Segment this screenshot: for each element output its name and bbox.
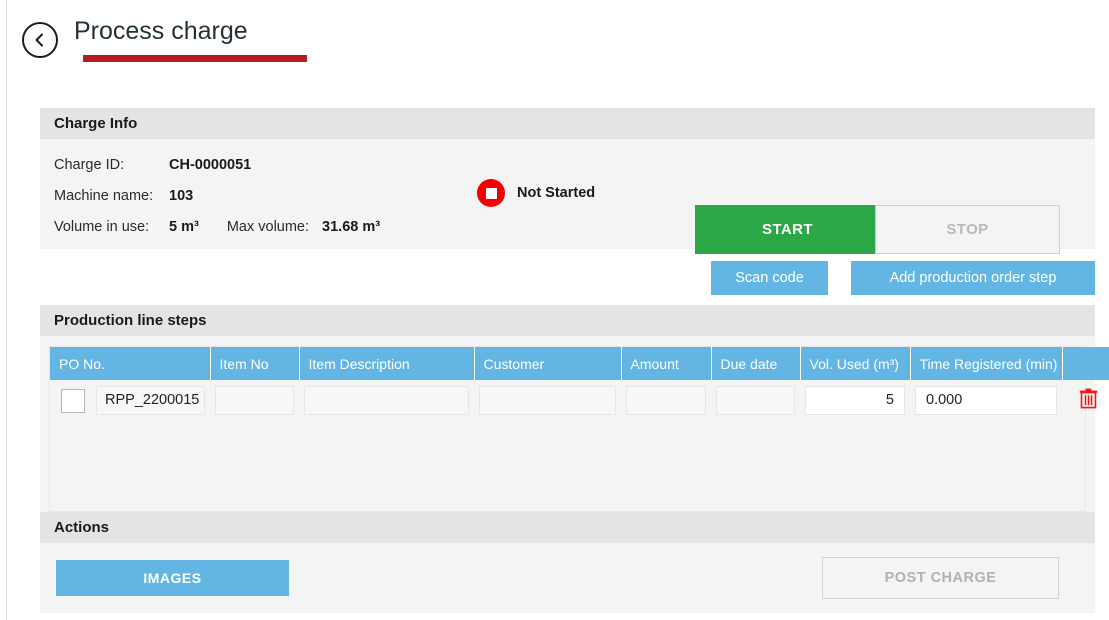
vol-used-input[interactable]: 5 xyxy=(805,386,905,415)
actions-panel: Actions IMAGES POST CHARGE xyxy=(40,512,1095,613)
max-volume-label: Max volume: xyxy=(226,218,310,235)
charge-info-panel: Charge Info Charge ID: CH-0000051 Machin… xyxy=(40,108,1095,254)
delete-row-button[interactable] xyxy=(1079,388,1098,409)
title-accent-underline xyxy=(83,55,307,63)
title-wrap: Process charge xyxy=(74,17,307,63)
column-time-registered[interactable]: Time Registered (min) xyxy=(910,347,1063,380)
column-item-description[interactable]: Item Description xyxy=(299,347,475,380)
column-po-no[interactable]: PO No. xyxy=(50,347,211,380)
production-steps-table: PO No. Item No Item Description Customer… xyxy=(50,347,1109,421)
process-charge-page: Process charge Charge Info Charge ID: CH… xyxy=(0,0,1109,620)
column-customer[interactable]: Customer xyxy=(474,347,622,380)
scan-code-button[interactable]: Scan code xyxy=(711,261,828,295)
page-title: Process charge xyxy=(74,17,248,45)
status-label: Not Started xyxy=(517,185,596,201)
table-row: RPP_2200015 5 0.000 xyxy=(50,380,1109,421)
machine-name-value: 103 xyxy=(169,187,194,204)
steps-table-frame: PO No. Item No Item Description Customer… xyxy=(49,346,1109,512)
row-select-checkbox[interactable] xyxy=(61,388,85,413)
chevron-left-icon xyxy=(32,32,48,48)
cell-amount xyxy=(621,380,711,421)
charge-info-fields: Charge ID: CH-0000051 Machine name: 103 … xyxy=(54,149,380,242)
max-volume-value: 31.68 m³ xyxy=(322,218,381,235)
column-due-date[interactable]: Due date xyxy=(711,347,801,380)
cell-item-no xyxy=(210,380,299,421)
time-registered-input[interactable]: 0.000 xyxy=(915,386,1057,415)
cell-po-no: RPP_2200015 xyxy=(50,380,210,421)
trash-icon xyxy=(1079,388,1098,412)
charge-id-label: Charge ID: xyxy=(54,156,125,173)
left-rail-divider xyxy=(6,0,7,620)
actions-header: Actions xyxy=(40,512,1095,543)
cell-due-date xyxy=(711,380,800,421)
customer-value[interactable] xyxy=(479,386,616,415)
cell-customer xyxy=(474,380,621,421)
back-button[interactable] xyxy=(22,22,58,58)
status-badge: Not Started xyxy=(477,179,595,207)
production-line-steps-panel: Production line steps PO No. Item No Ite… xyxy=(40,305,1109,521)
amount-value[interactable] xyxy=(626,386,706,415)
charge-info-header: Charge Info xyxy=(40,108,1095,139)
column-actions xyxy=(1062,347,1109,380)
stop-button[interactable]: STOP xyxy=(875,205,1060,254)
table-header-row: PO No. Item No Item Description Customer… xyxy=(50,347,1109,380)
charge-id-value: CH-0000051 xyxy=(169,156,252,173)
production-line-steps-body: PO No. Item No Item Description Customer… xyxy=(40,336,1109,521)
volume-in-use-label: Volume in use: xyxy=(54,218,150,235)
volume-in-use-value: 5 m³ xyxy=(169,218,199,235)
volume-row: Volume in use: 5 m³ Max volume: 31.68 m³ xyxy=(54,211,380,242)
cell-delete xyxy=(1062,380,1109,421)
column-item-no[interactable]: Item No xyxy=(210,347,300,380)
start-button[interactable]: START xyxy=(695,205,880,254)
machine-name-row: Machine name: 103 xyxy=(54,180,380,211)
column-amount[interactable]: Amount xyxy=(621,347,712,380)
item-no-value[interactable] xyxy=(215,386,294,415)
cell-time-registered: 0.000 xyxy=(910,380,1062,421)
images-button[interactable]: IMAGES xyxy=(56,560,289,596)
actions-body: IMAGES POST CHARGE xyxy=(40,543,1095,613)
add-production-order-step-button[interactable]: Add production order step xyxy=(851,261,1095,295)
po-no-value[interactable]: RPP_2200015 xyxy=(96,386,205,415)
column-vol-used[interactable]: Vol. Used (m³) xyxy=(800,347,911,380)
production-line-steps-header: Production line steps xyxy=(40,305,1095,336)
cell-item-description xyxy=(299,380,474,421)
item-description-value[interactable] xyxy=(304,386,469,415)
due-date-value[interactable] xyxy=(716,386,795,415)
charge-info-body: Charge ID: CH-0000051 Machine name: 103 … xyxy=(40,139,1095,254)
post-charge-button[interactable]: POST CHARGE xyxy=(822,557,1059,599)
machine-name-label: Machine name: xyxy=(54,187,154,204)
page-header: Process charge xyxy=(22,17,307,63)
cell-vol-used: 5 xyxy=(800,380,910,421)
stop-status-icon xyxy=(477,179,505,207)
charge-id-row: Charge ID: CH-0000051 xyxy=(54,149,380,180)
